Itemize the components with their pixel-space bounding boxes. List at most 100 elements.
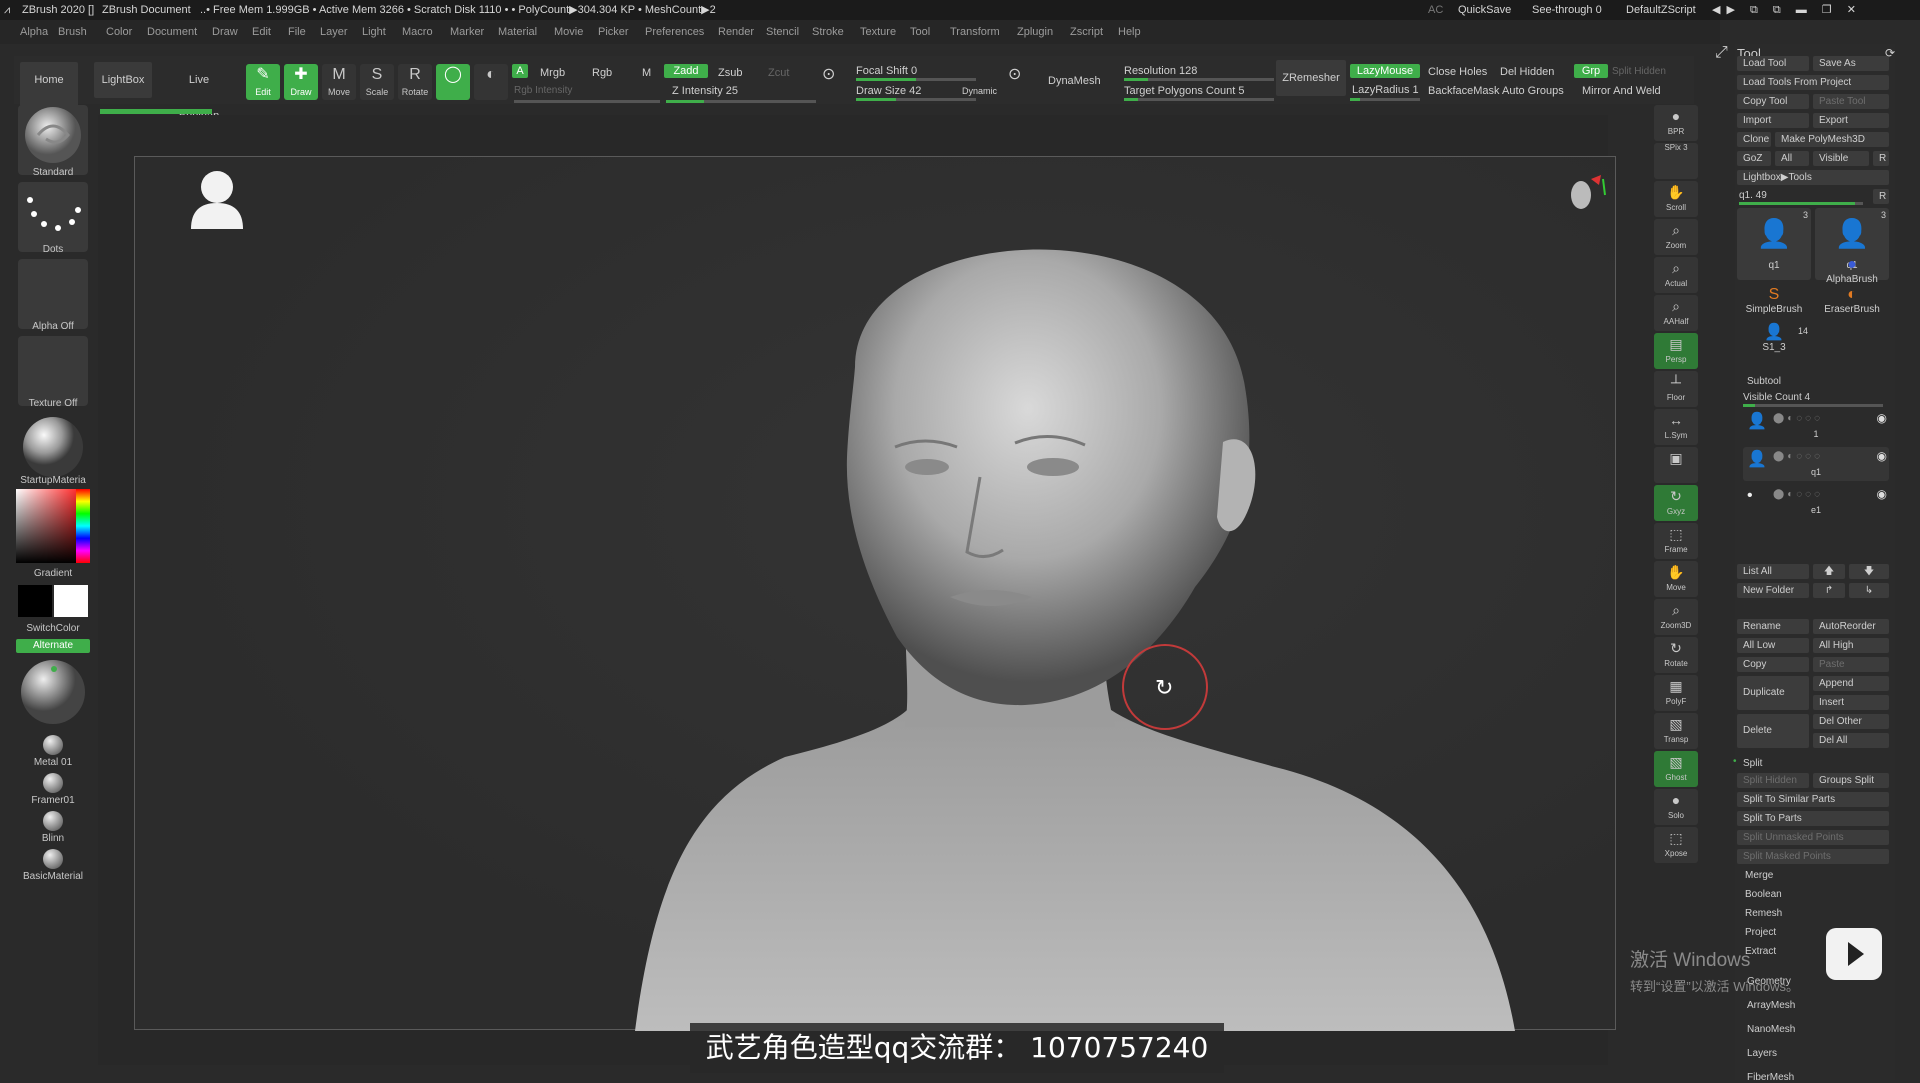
- nanomesh-section[interactable]: NanoMesh: [1747, 1024, 1795, 1035]
- menu-marker[interactable]: Marker: [450, 20, 484, 44]
- folder-arrow-icon[interactable]: ↱: [1813, 583, 1845, 598]
- tool-thumbnail[interactable]: ◐ EraserBrush: [1815, 286, 1889, 320]
- stroke-settings-icon[interactable]: ⊙: [822, 67, 835, 83]
- zsub-toggle[interactable]: Zsub: [718, 66, 742, 80]
- lsym-button[interactable]: ↔ L.Sym: [1654, 409, 1698, 445]
- menu-edit[interactable]: Edit: [252, 20, 271, 44]
- goz-all-button[interactable]: All: [1775, 151, 1809, 166]
- sculpt-model[interactable]: ↻: [135, 157, 1617, 1031]
- menu-tool[interactable]: Tool: [910, 20, 930, 44]
- m-toggle[interactable]: M: [642, 66, 651, 80]
- window-controls-icon[interactable]: ◀▶ ⧉ ⧉ ▬ ❐ ✕: [1712, 0, 1862, 20]
- target-polygons-slider[interactable]: Target Polygons Count 5: [1124, 84, 1244, 98]
- zremesher-button[interactable]: ZRemesher: [1276, 60, 1346, 96]
- resolution-slider[interactable]: Resolution 128: [1124, 64, 1197, 78]
- secondary-color-swatch[interactable]: [18, 585, 52, 617]
- move-button[interactable]: ✋ Move: [1654, 561, 1698, 597]
- subtool-row[interactable]: 👤 ⬤◐◌◌◌ ◉ q1: [1743, 447, 1889, 481]
- menu-movie[interactable]: Movie: [554, 20, 583, 44]
- insert-button[interactable]: Insert: [1813, 695, 1889, 710]
- draw-button[interactable]: ✚ Draw: [284, 64, 318, 100]
- mirror-and-weld-button[interactable]: Mirror And Weld: [1582, 84, 1661, 98]
- layers-section[interactable]: Layers: [1747, 1048, 1777, 1059]
- menu-preferences[interactable]: Preferences: [645, 20, 704, 44]
- texture-selector[interactable]: [18, 336, 88, 406]
- see-through-slider[interactable]: See-through 0: [1532, 0, 1602, 20]
- edit-button[interactable]: ✎ Edit: [246, 64, 280, 100]
- tool-thumbnail[interactable]: 👤 S1_3 14: [1737, 324, 1811, 358]
- subtool-header[interactable]: Subtool: [1747, 376, 1781, 387]
- orientation-gizmo-icon[interactable]: [1571, 175, 1606, 209]
- load-tool-button[interactable]: Load Tool: [1737, 56, 1809, 71]
- rotate-button[interactable]: R Rotate: [398, 64, 432, 100]
- aahalf-button[interactable]: ⌕ AAHalf: [1654, 295, 1698, 331]
- menu-stencil[interactable]: Stencil: [766, 20, 799, 44]
- visible-count-slider[interactable]: Visible Count 4: [1743, 392, 1810, 403]
- menu-brush[interactable]: Brush: [58, 20, 87, 44]
- xpose-button[interactable]: ⬚ Xpose: [1654, 827, 1698, 863]
- z-intensity-slider[interactable]: Z Intensity 25: [672, 84, 738, 98]
- zoom3d-button[interactable]: ⌕ Zoom3D: [1654, 599, 1698, 635]
- visibility-eye-icon[interactable]: ◉: [1877, 449, 1887, 463]
- draw-size-slider[interactable]: Draw Size 42: [856, 84, 921, 98]
- arraymesh-section[interactable]: ArrayMesh: [1747, 1000, 1795, 1011]
- copy-tool-button[interactable]: Copy Tool: [1737, 94, 1809, 109]
- material-ball-icon[interactable]: [43, 773, 63, 793]
- material-ball-icon[interactable]: [43, 735, 63, 755]
- zoom-button[interactable]: ⌕ Zoom: [1654, 219, 1698, 255]
- current-tool-slider[interactable]: q1. 49: [1739, 190, 1767, 201]
- subtool-row[interactable]: 👤 ⬤◐◌◌◌ ◉ 1: [1743, 409, 1889, 443]
- duplicate-button[interactable]: Duplicate: [1737, 676, 1809, 710]
- menu-texture[interactable]: Texture: [860, 20, 896, 44]
- lightbox-button[interactable]: LightBox: [94, 62, 152, 98]
- menu-stroke[interactable]: Stroke: [812, 20, 844, 44]
- transp-button[interactable]: ▧ Transp: [1654, 713, 1698, 749]
- rgb-toggle[interactable]: Rgb: [592, 66, 612, 80]
- subtool-toggles-icon[interactable]: ⬤◐◌◌◌: [1773, 413, 1823, 424]
- split-section-header[interactable]: Split: [1743, 758, 1762, 769]
- spix-button[interactable]: SPix 3: [1654, 143, 1698, 179]
- copy-button[interactable]: Copy: [1737, 657, 1809, 672]
- dynamesh-button[interactable]: DynaMesh: [1048, 74, 1101, 88]
- polypaint-toggle[interactable]: ◯: [436, 64, 470, 100]
- fibermesh-section[interactable]: FiberMesh: [1747, 1072, 1794, 1083]
- visibility-eye-icon[interactable]: ◉: [1877, 487, 1887, 501]
- ghost-button[interactable]: ▧ Ghost: [1654, 751, 1698, 787]
- persp-button[interactable]: ▤ Persp: [1654, 333, 1698, 369]
- menu-material[interactable]: Material: [498, 20, 537, 44]
- xyz-button[interactable]: ↻ Gxyz: [1654, 485, 1698, 521]
- lightbox-tools-button[interactable]: Lightbox▶Tools: [1737, 170, 1889, 185]
- quicksave-button[interactable]: QuickSave: [1458, 0, 1511, 20]
- stroke-selector[interactable]: [18, 182, 88, 252]
- folder-return-icon[interactable]: ↳: [1849, 583, 1889, 598]
- grp-toggle[interactable]: Grp: [1574, 64, 1608, 78]
- make-polymesh-button[interactable]: Make PolyMesh3D: [1775, 132, 1889, 147]
- clone-button[interactable]: Clone: [1737, 132, 1771, 147]
- subtool-toggles-icon[interactable]: ⬤◐◌◌◌: [1773, 451, 1823, 462]
- menu-layer[interactable]: Layer: [320, 20, 348, 44]
- menu-macro[interactable]: Macro: [402, 20, 433, 44]
- list-all-button[interactable]: List All: [1737, 564, 1809, 579]
- resolution-track[interactable]: [1124, 78, 1274, 81]
- menu-document[interactable]: Document: [147, 20, 197, 44]
- menu-alpha[interactable]: Alpha: [20, 20, 48, 44]
- hue-strip[interactable]: [76, 489, 90, 563]
- merge-section[interactable]: Merge: [1745, 870, 1773, 881]
- rgb-intensity-slider[interactable]: Rgb Intensity: [514, 84, 572, 98]
- solo-button[interactable]: ● Solo: [1654, 789, 1698, 825]
- z-intensity-track[interactable]: [666, 100, 816, 103]
- tool-thumbnail[interactable]: S SimpleBrush: [1737, 286, 1811, 320]
- rotate-button[interactable]: ↻ Rotate: [1654, 637, 1698, 673]
- focal-shift-slider[interactable]: Focal Shift 0: [856, 64, 917, 78]
- alpha-selector[interactable]: [18, 259, 88, 329]
- current-tool-track[interactable]: [1739, 202, 1863, 205]
- export-button[interactable]: Export: [1813, 113, 1889, 128]
- pin-icon[interactable]: ⤢: [1715, 44, 1728, 62]
- video-play-icon[interactable]: [1826, 928, 1882, 980]
- split-hidden-panel-button[interactable]: Split Hidden: [1737, 773, 1809, 788]
- brush-selector[interactable]: [18, 105, 88, 175]
- lazyradius-slider[interactable]: LazyRadius 1: [1352, 83, 1419, 97]
- bpr-button[interactable]: ● BPR: [1654, 105, 1698, 141]
- document-canvas[interactable]: ↻: [134, 156, 1617, 1031]
- visible-count-track[interactable]: [1743, 404, 1883, 407]
